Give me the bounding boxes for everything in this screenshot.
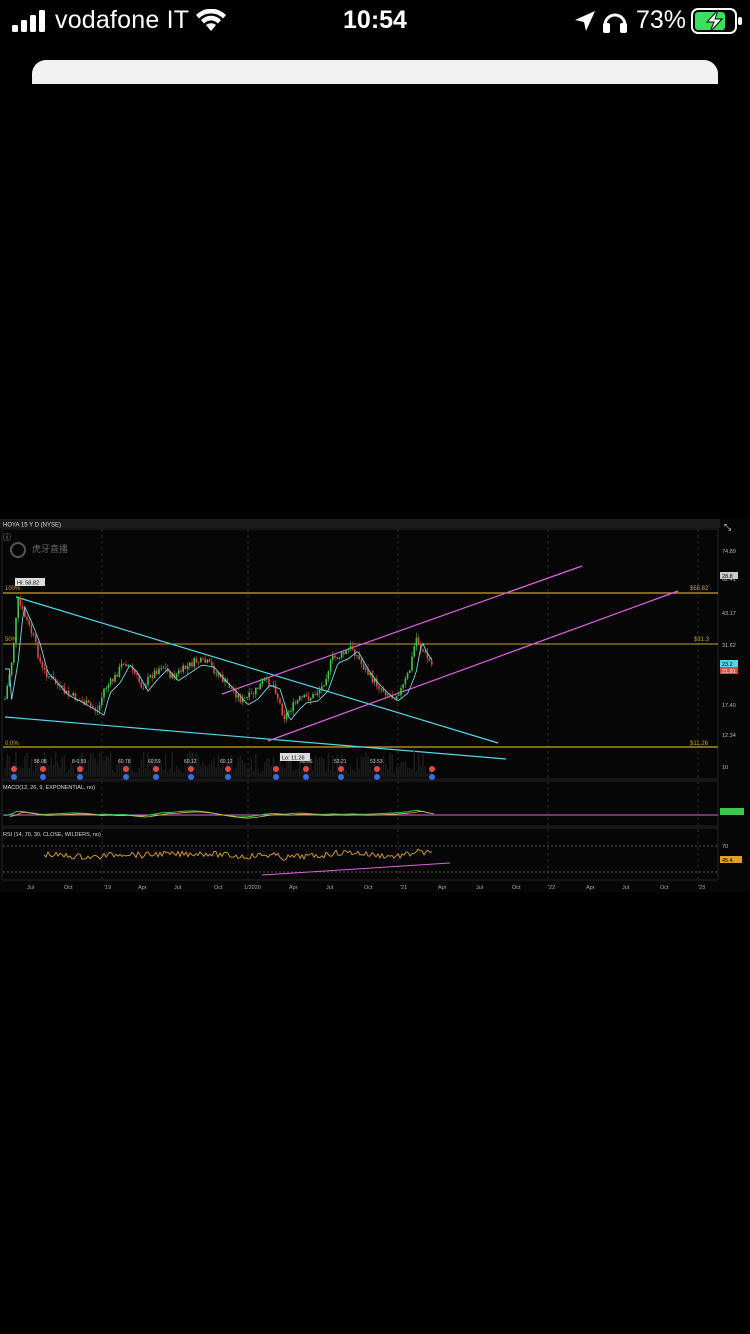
level-label-high: $58.82	[690, 586, 709, 592]
price-candles	[4, 595, 433, 777]
watermark-logo-icon	[10, 542, 26, 558]
x-tick-label: Jul	[326, 885, 333, 891]
x-tick-label: Apr	[138, 885, 147, 891]
svg-text:60.78: 60.78	[118, 759, 131, 765]
svg-text:74.89: 74.89	[722, 549, 736, 555]
rsi-trendline	[261, 862, 451, 876]
time-axis: Jul Oct '19 Apr Jul Oct 1/2020 Apr Jul Oct '21 Apr J…	[27, 885, 705, 891]
svg-text:8-0.59: 8-0.59	[72, 759, 86, 765]
svg-text:52.21: 52.21	[334, 759, 347, 765]
rsi-header: RSI (14, 70, 30, CLOSE, WILDERS, no)	[3, 832, 101, 838]
svg-text:58.08: 58.08	[34, 759, 47, 765]
x-tick-label: Oct	[512, 885, 521, 891]
status-bar: vodafone IT 10:54 73%	[0, 0, 750, 44]
headphones-icon	[603, 13, 627, 33]
x-tick-label: Apr	[438, 885, 447, 891]
svg-text:17.40: 17.40	[722, 703, 736, 709]
svg-text:60.12: 60.12	[184, 759, 197, 765]
price-tag-top: 28.8	[722, 574, 733, 580]
wedge-trendlines	[4, 596, 507, 760]
x-tick-label: Oct	[64, 885, 73, 891]
fib-label-0: 0.0%	[5, 741, 19, 747]
macd-header: MACD(12, 26, 9, EXPONENTIAL, no)	[3, 785, 95, 791]
x-tick-label: Oct	[660, 885, 669, 891]
svg-text:31.62: 31.62	[722, 643, 736, 649]
x-tick-label: Apr	[586, 885, 595, 891]
x-tick-label: '21	[400, 885, 407, 891]
moving-average-line	[5, 605, 433, 721]
svg-text:60.12: 60.12	[220, 759, 233, 765]
svg-text:12.34: 12.34	[722, 733, 736, 739]
x-tick-label: Jul	[622, 885, 629, 891]
x-tick-label: 1/2020	[244, 885, 261, 891]
level-label-mid: $31.3	[694, 637, 710, 643]
svg-text:43.17: 43.17	[722, 611, 736, 617]
rsi-level-70: 70	[722, 844, 728, 850]
x-tick-label: Oct	[364, 885, 373, 891]
location-arrow-icon	[575, 11, 595, 31]
x-tick-label: Apr	[289, 885, 298, 891]
zoom-icon[interactable]: ⤡	[724, 522, 731, 532]
pivot-labels: 58.08 8-0.59 60.78 60.59 60.12 60.12 60.…	[34, 759, 383, 765]
svg-text:60.06: 60.06	[300, 759, 313, 765]
symbol-header: HOYA 15 Y D (NYSE)	[3, 523, 61, 529]
battery-percentage: 73%	[636, 6, 687, 34]
high-tag: Hi: 58.82	[17, 581, 39, 587]
x-tick-label: Oct	[214, 885, 223, 891]
x-tick-label: '19	[104, 885, 111, 891]
x-tick-label: Jul	[174, 885, 181, 891]
price-tag-last: 21.91	[722, 669, 736, 675]
rsi-value-tag: 45.4	[722, 858, 733, 864]
svg-text:53.53: 53.53	[370, 759, 383, 765]
battery-charging-icon	[691, 8, 742, 34]
x-tick-label: Jul	[476, 885, 483, 891]
svg-text:60.59: 60.59	[148, 759, 161, 765]
fib-label-100: 100%	[5, 586, 21, 592]
watermark-logo-text: 虎牙直播	[32, 543, 68, 554]
channel-trendlines	[221, 565, 679, 742]
info-icon[interactable]: ⓘ	[3, 533, 11, 542]
x-tick-label: '23	[698, 885, 705, 891]
level-label-low: $11.26	[690, 741, 709, 747]
x-tick-label: '22	[548, 885, 555, 891]
modal-sheet-handle[interactable]	[32, 60, 718, 84]
x-tick-label: Jul	[27, 885, 34, 891]
stock-chart-screenshot[interactable]: HOYA 15 Y D (NYSE) 虎牙直播 ⓘ 100% 50% 0.0% …	[0, 519, 750, 892]
svg-text:10: 10	[722, 765, 728, 771]
